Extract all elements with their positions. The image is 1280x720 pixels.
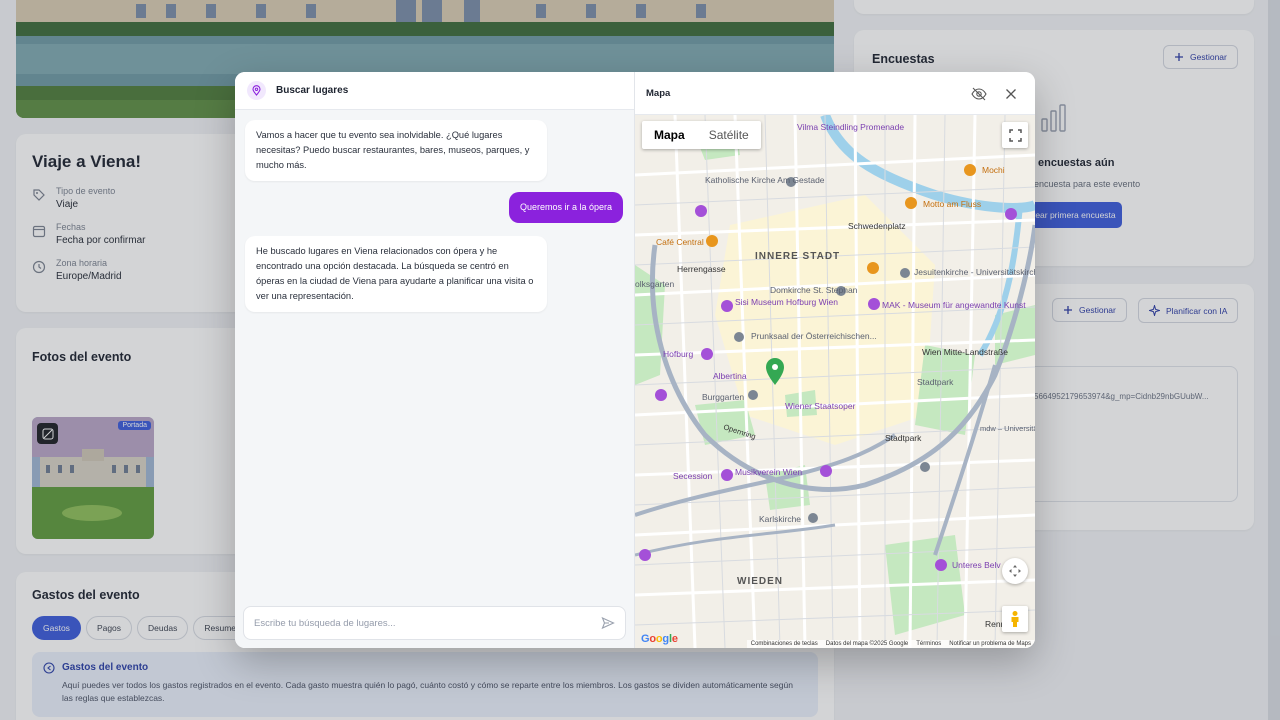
map-label: Prunksaal der Österreichischen... [751,331,877,341]
eye-off-icon [971,87,987,101]
map-label: MAK - Museum für angewandte Kunst [882,300,1026,310]
camera-control-button[interactable] [1002,558,1028,584]
keyboard-shortcuts-link[interactable]: Combinaciones de teclas [751,641,818,647]
place-search-input[interactable] [254,617,601,629]
move-icon [1009,565,1021,577]
map-label: Motto am Fluss [923,199,981,209]
chat-messages: Vamos a hacer que tu evento sea inolvida… [235,110,634,598]
map-panel: Mapa Vilma Steindling Promenade Katholis… [635,72,1035,648]
map-label: olksgarten [635,279,674,289]
report-problem-link[interactable]: Notificar un problema de Maps [949,641,1031,647]
map-type-toggle: Mapa Satélite [642,121,761,149]
close-icon [1006,89,1016,99]
map-label: Herrengasse [677,264,726,274]
pegman-icon [1011,611,1019,627]
map-label: Burggarten [702,392,744,402]
map-label: Karlskirche [759,514,801,524]
map-label: Wien Mitte-Landstraße [922,347,1008,357]
close-dialog-button[interactable] [1001,84,1021,104]
hide-map-button[interactable] [969,84,989,104]
map-label: Schwedenplatz [848,221,906,231]
terms-link[interactable]: Términos [916,641,941,647]
map-label: Vilma Steindling Promenade [797,122,904,132]
map-label: mdw – Universität für Musik und darstell… [980,424,1035,433]
user-message: Queremos ir a la ópera [508,192,623,223]
fullscreen-button[interactable] [1002,122,1028,148]
assistant-message: Vamos a hacer que tu evento sea inolvida… [245,120,547,181]
map-label: Hofburg [663,349,694,359]
map-type-map[interactable]: Mapa [642,121,697,149]
map-pin-icon [247,81,266,100]
place-search-dialog: Buscar lugares Vamos a hacer que tu even… [235,72,1035,648]
send-icon[interactable] [601,616,615,630]
google-logo: Google [641,633,678,645]
chat-panel: Buscar lugares Vamos a hacer que tu even… [235,72,635,648]
map-label: Wiener Staatsoper [785,401,856,411]
map-label: INNERE STADT [755,251,840,262]
map-label: Jesuitenkirche - Universitätskirche [914,267,1035,277]
map-label: Stadtpark [917,377,954,387]
map-label: Café Central [656,237,704,247]
map-title: Mapa [646,87,671,99]
chat-title: Buscar lugares [276,85,349,96]
map-label: WIEDEN [737,576,783,587]
map-footer: Combinaciones de teclas Datos del mapa ©… [746,640,1035,648]
map-type-satellite[interactable]: Satélite [697,121,761,149]
map-canvas: Vilma Steindling Promenade Katholische K… [635,115,1035,648]
fullscreen-icon [1008,128,1022,142]
chat-input-box [243,606,626,640]
map-label: Secession [673,471,712,481]
map-label: Unteres Belv [952,560,1001,570]
map-label: Sisi Museum Hofburg Wien [735,297,838,307]
chat-header: Buscar lugares [235,72,634,110]
assistant-message: He buscado lugares en Viena relacionados… [245,236,547,312]
map-label: Albertina [713,371,747,381]
map-label: Mochi [982,165,1005,175]
map-label: Musikverein Wien [735,467,802,477]
street-view-button[interactable] [1002,606,1028,632]
map-data-attribution: Datos del mapa ©2025 Google [825,641,909,647]
map-label: Stadtpark [885,433,922,443]
google-map[interactable]: Vilma Steindling Promenade Katholische K… [635,115,1035,648]
map-label: Domkirche St. Stephan [770,285,858,295]
map-label: Katholische Kirche Am Gestade [705,175,825,185]
